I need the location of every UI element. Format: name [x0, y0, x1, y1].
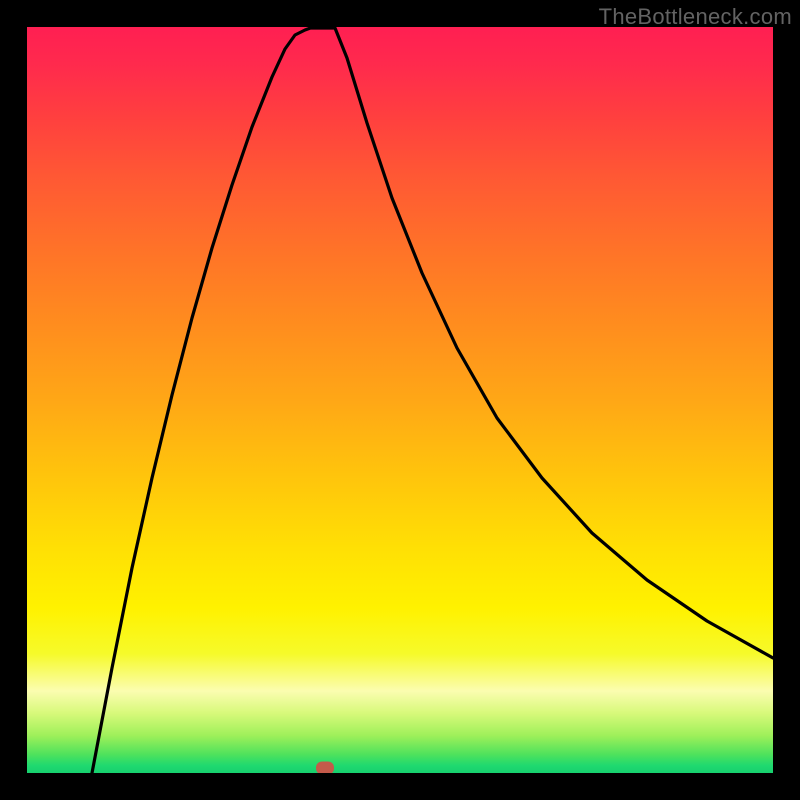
bottleneck-curve	[27, 27, 773, 773]
chart-frame: TheBottleneck.com	[0, 0, 800, 800]
optimal-point-marker	[316, 762, 334, 774]
watermark-text: TheBottleneck.com	[599, 4, 792, 30]
plot-area	[27, 27, 773, 773]
